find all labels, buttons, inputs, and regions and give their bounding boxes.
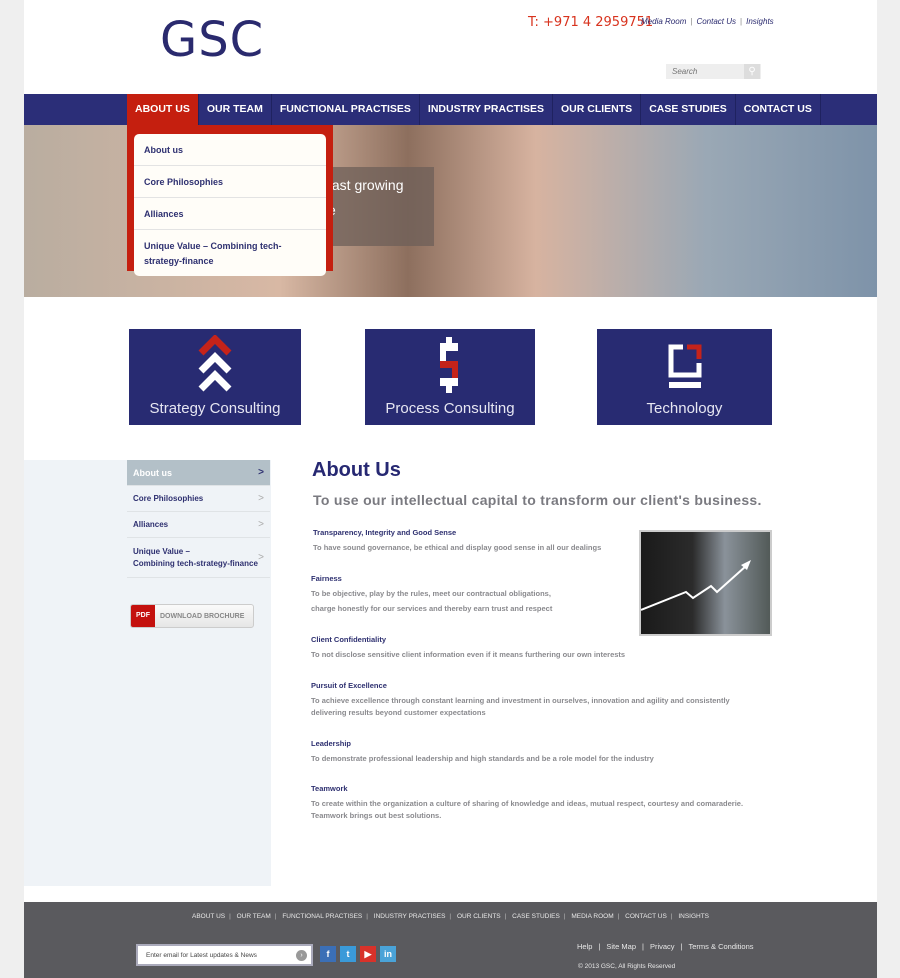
nav-case-studies[interactable]: CASE STUDIES	[641, 94, 736, 125]
chevron-right-icon: >	[258, 551, 264, 563]
gsc-logo[interactable]: GSC	[160, 12, 264, 68]
main-nav: ABOUT US OUR TEAM FUNCTIONAL PRACTISES I…	[24, 94, 877, 125]
dropdown-item-unique-value[interactable]: Unique Value – Combining tech-strategy-f…	[134, 230, 326, 276]
page: GSC T: +971 4 2959751 Media Room | Contact…	[24, 0, 877, 978]
page-subtitle: To use our intellectual capital to trans…	[313, 492, 762, 508]
legal-links: Help | Site Map | Privacy | Terms & Conditions	[577, 942, 754, 951]
footer-link[interactable]: INSIGHTS	[678, 913, 709, 920]
dropdown-item-alliances[interactable]: Alliances	[134, 198, 326, 230]
linkedin-icon[interactable]: in	[380, 946, 396, 962]
download-brochure-button[interactable]: PDF DOWNLOAD BROCHURE	[130, 604, 254, 628]
footer-link[interactable]: MEDIA ROOM	[571, 913, 613, 920]
sidebar-item-core-philosophies[interactable]: Core Philosophies >	[127, 486, 270, 512]
footer-link[interactable]: ABOUT US	[192, 913, 225, 920]
value-item: Transparency, Integrity and Good Sense To…	[313, 528, 602, 552]
top-link-contact-us[interactable]: Contact Us	[696, 17, 736, 26]
sidebar-item-alliances[interactable]: Alliances >	[127, 512, 270, 538]
dollar-icon	[440, 337, 458, 393]
dropdown-item-core-philosophies[interactable]: Core Philosophies	[134, 166, 326, 198]
dropdown-item-about-us[interactable]: About us	[134, 134, 326, 166]
value-item: Pursuit of Excellence To achieve excellen…	[311, 681, 730, 717]
nav-about-us[interactable]: ABOUT US	[127, 94, 199, 125]
social-links: f t ▶ in	[320, 946, 396, 962]
chevron-right-icon: >	[258, 466, 264, 478]
technology-frame-icon	[668, 344, 701, 388]
sidebar-item-unique-value[interactable]: Unique Value – Combining tech-strategy-fi…	[127, 538, 270, 578]
privacy-link[interactable]: Privacy	[650, 942, 675, 951]
facebook-icon[interactable]: f	[320, 946, 336, 962]
page-title: About Us	[312, 459, 401, 481]
footer-link[interactable]: CONTACT US	[625, 913, 667, 920]
top-links: Media Room | Contact Us | Insights	[641, 17, 774, 26]
nav-our-team[interactable]: OUR TEAM	[199, 94, 272, 125]
value-item: Client Confidentiality To not disclose se…	[311, 635, 626, 659]
chevron-right-icon: >	[258, 518, 264, 530]
footer-link[interactable]: FUNCTIONAL PRACTISES	[282, 913, 362, 920]
about-dropdown-menu: About us Core Philosophies Alliances Uni…	[127, 125, 333, 276]
email-input[interactable]: Enter email for Latest updates & News	[146, 952, 257, 959]
footer-link[interactable]: OUR TEAM	[237, 913, 271, 920]
search-icon[interactable]: ⚲	[744, 64, 760, 79]
nav-our-clients[interactable]: OUR CLIENTS	[553, 94, 642, 125]
copyright: © 2013 GSC, All Rights Reserved	[578, 963, 676, 970]
terms-link[interactable]: Terms & Conditions	[689, 942, 754, 951]
pdf-icon: PDF	[131, 605, 155, 627]
nav-functional-practises[interactable]: FUNCTIONAL PRACTISES	[272, 94, 420, 125]
value-item: Fairness To be objective, play by the rul…	[311, 574, 553, 613]
footer-link[interactable]: CASE STUDIES	[512, 913, 560, 920]
chevron-right-icon: >	[258, 492, 264, 504]
footer-link[interactable]: OUR CLIENTS	[457, 913, 501, 920]
twitter-icon[interactable]: t	[340, 946, 356, 962]
tile-technology[interactable]: Technology	[597, 329, 772, 425]
sidebar-nav: About us > Core Philosophies > Alliances > …	[127, 460, 270, 578]
help-link[interactable]: Help	[577, 942, 592, 951]
top-link-media-room[interactable]: Media Room	[641, 17, 686, 26]
value-item: Leadership To demonstrate professional le…	[311, 739, 654, 763]
sidebar-item-about-us[interactable]: About us >	[127, 460, 270, 486]
submit-arrow-icon[interactable]: ›	[296, 949, 307, 961]
nav-contact-us[interactable]: CONTACT US	[736, 94, 821, 125]
newsletter-form: Enter email for Latest updates & News ›	[136, 944, 313, 966]
search-box: ⚲	[666, 64, 761, 79]
footer-nav: ABOUT US | OUR TEAM | FUNCTIONAL PRACTISES…	[191, 913, 710, 920]
value-item: Teamwork To create within the organizatio…	[311, 784, 744, 820]
phone-number: T: +971 4 2959751	[528, 15, 654, 30]
site-map-link[interactable]: Site Map	[606, 942, 636, 951]
top-link-insights[interactable]: Insights	[746, 17, 774, 26]
nav-industry-practises[interactable]: INDUSTRY PRACTISES	[420, 94, 554, 125]
tile-process-consulting[interactable]: Process Consulting	[365, 329, 535, 425]
tile-strategy-consulting[interactable]: Strategy Consulting	[129, 329, 301, 425]
search-input[interactable]	[666, 64, 744, 79]
youtube-icon[interactable]: ▶	[360, 946, 376, 962]
footer-link[interactable]: INDUSTRY PRACTISES	[374, 913, 446, 920]
chevrons-up-icon	[198, 335, 232, 392]
